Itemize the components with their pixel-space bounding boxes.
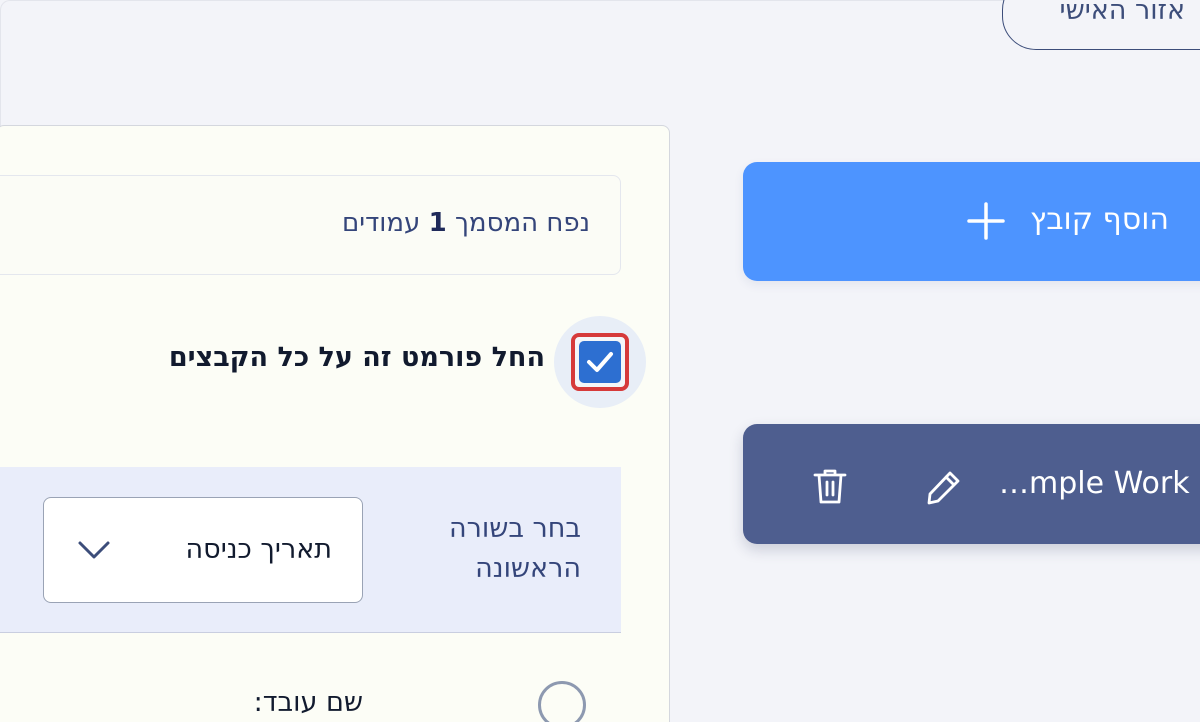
trash-icon[interactable] [811,466,849,506]
personal-area-button[interactable]: אזור האישי [1002,0,1200,50]
field-row: שם עובד: [0,681,669,722]
first-row-select-value: תאריך כניסה [185,534,332,565]
plus-icon [967,202,1005,240]
first-row-select[interactable]: תאריך כניסה [43,497,363,603]
document-size-prefix: נפח המסמך [454,208,590,238]
apply-to-all-checkbox[interactable] [571,333,629,391]
apply-to-all-label: החל פורמט זה על כל הקבצים [168,342,545,373]
file-card[interactable]: …mple Work [743,424,1200,544]
document-size-suffix: עמודים [342,208,421,238]
document-size-text: נפח המסמך 1 עמודים [342,208,590,238]
apply-to-all-row: החל פורמט זה על כל הקבצים [0,316,669,408]
checkmark-icon [587,352,613,372]
personal-area-label: אזור האישי [1059,0,1185,26]
page-count: 1 [428,208,447,238]
employee-name-label: שם עובד: [253,687,363,718]
add-file-label: הוסף קובץ [1030,202,1169,237]
first-row-setting: בחר בשורה הראשונה תאריך כניסה [0,467,621,633]
employee-name-radio[interactable] [538,681,586,722]
pencil-icon[interactable] [925,468,963,506]
add-file-button[interactable]: הוסף קובץ [743,162,1200,281]
document-size-info: נפח המסמך 1 עמודים [0,175,621,275]
checkbox-fill [579,341,621,383]
file-name: …mple Work [999,466,1190,501]
format-settings-panel: נפח המסמך 1 עמודים החל פורמט זה על כל הק… [0,125,670,722]
chevron-down-icon [78,541,110,559]
first-row-label: בחר בשורה הראשונה [448,513,581,584]
